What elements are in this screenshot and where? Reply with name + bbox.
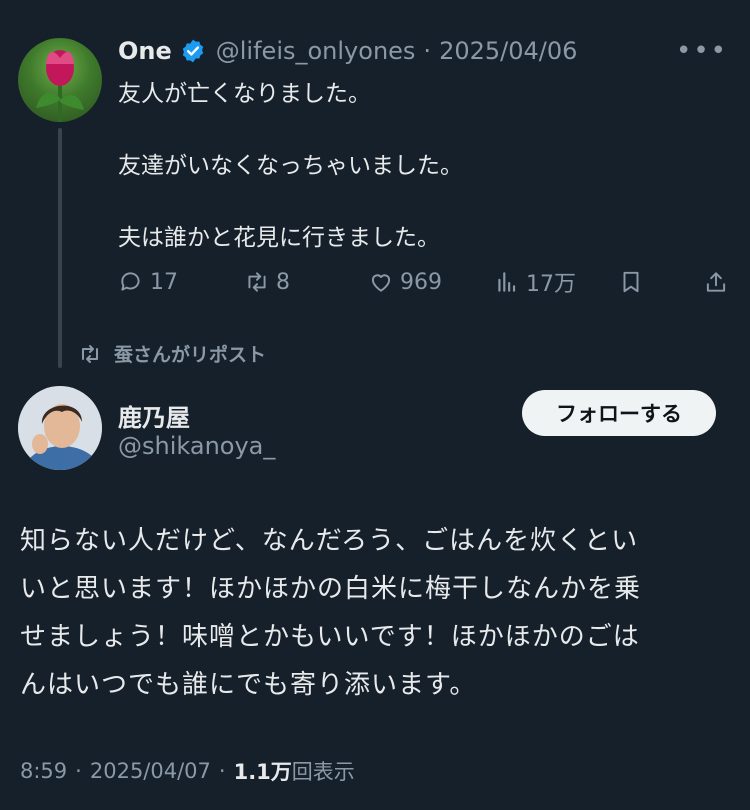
post-time[interactable]: 8:59 <box>20 759 67 783</box>
reply-count: 17 <box>150 269 178 295</box>
views-count: 1.1万 <box>233 760 292 784</box>
views-button[interactable]: 17万 <box>494 266 576 298</box>
tweet-text-line: 友達がいなくなっちゃいました。 <box>118 153 463 179</box>
like-button[interactable]: 969 <box>368 266 442 298</box>
share-button[interactable] <box>703 266 729 298</box>
tweet-text-line: 夫は誰かと花見に行きました。 <box>118 225 440 251</box>
views-count: 17万 <box>526 272 576 297</box>
retweet-icon <box>248 272 266 292</box>
verified-badge-icon <box>180 38 206 64</box>
thread-connector-line <box>58 128 62 368</box>
parent-tweet-header: One @lifeis_onlyones · 2025/04/06 <box>118 34 577 68</box>
tweet-text-line: いと思います！ほかほかの白米に梅干しなんかを乗 <box>20 574 642 604</box>
reply-button[interactable]: 17 <box>118 266 178 298</box>
tweet-text-line: んはいつでも誰にでも寄り添います。 <box>20 670 477 700</box>
repost-notice-text: 蚕さんがリポスト <box>114 344 267 366</box>
display-name[interactable]: One <box>118 37 172 65</box>
separator: · <box>423 37 432 65</box>
tweet-text-line: 知らない人だけど、なんだろう、ごはんを炊くとい <box>20 526 639 556</box>
handle[interactable]: @shikanoya_ <box>118 432 275 460</box>
tweet-text-line: 友人が亡くなりました。 <box>118 81 371 107</box>
display-name[interactable]: 鹿乃屋 <box>118 398 190 433</box>
repost-notice[interactable]: 蚕さんがリポスト <box>78 340 266 367</box>
avatar[interactable] <box>18 38 102 122</box>
separator: · <box>75 759 82 783</box>
tweet-meta: 8:59 · 2025/04/07 · 1.1万 回表示 <box>20 756 355 786</box>
avatar[interactable] <box>18 386 102 470</box>
retweet-button[interactable]: 8 <box>244 266 290 298</box>
more-options-icon[interactable]: ••• <box>676 36 728 66</box>
tulip-avatar-image <box>36 50 84 122</box>
tweet-text-line: せましょう！味噌とかもいいです！ほかほかのごは <box>20 622 640 652</box>
retweet-icon <box>82 344 98 363</box>
bookmark-button[interactable] <box>618 266 644 298</box>
timestamp[interactable]: 2025/04/06 <box>439 37 577 65</box>
views-label: 回表示 <box>291 760 355 784</box>
person-avatar-image <box>18 386 102 470</box>
analytics-icon <box>498 272 516 292</box>
heart-icon <box>371 274 391 292</box>
post-date[interactable]: 2025/04/07 <box>90 759 211 783</box>
separator: · <box>218 759 226 783</box>
follow-button[interactable]: フォローする <box>522 390 716 436</box>
like-count: 969 <box>400 269 442 295</box>
handle[interactable]: @lifeis_onlyones <box>216 37 416 65</box>
share-icon <box>706 272 726 292</box>
retweet-count: 8 <box>276 269 290 295</box>
reply-icon <box>121 272 140 291</box>
bookmark-icon <box>623 271 639 293</box>
